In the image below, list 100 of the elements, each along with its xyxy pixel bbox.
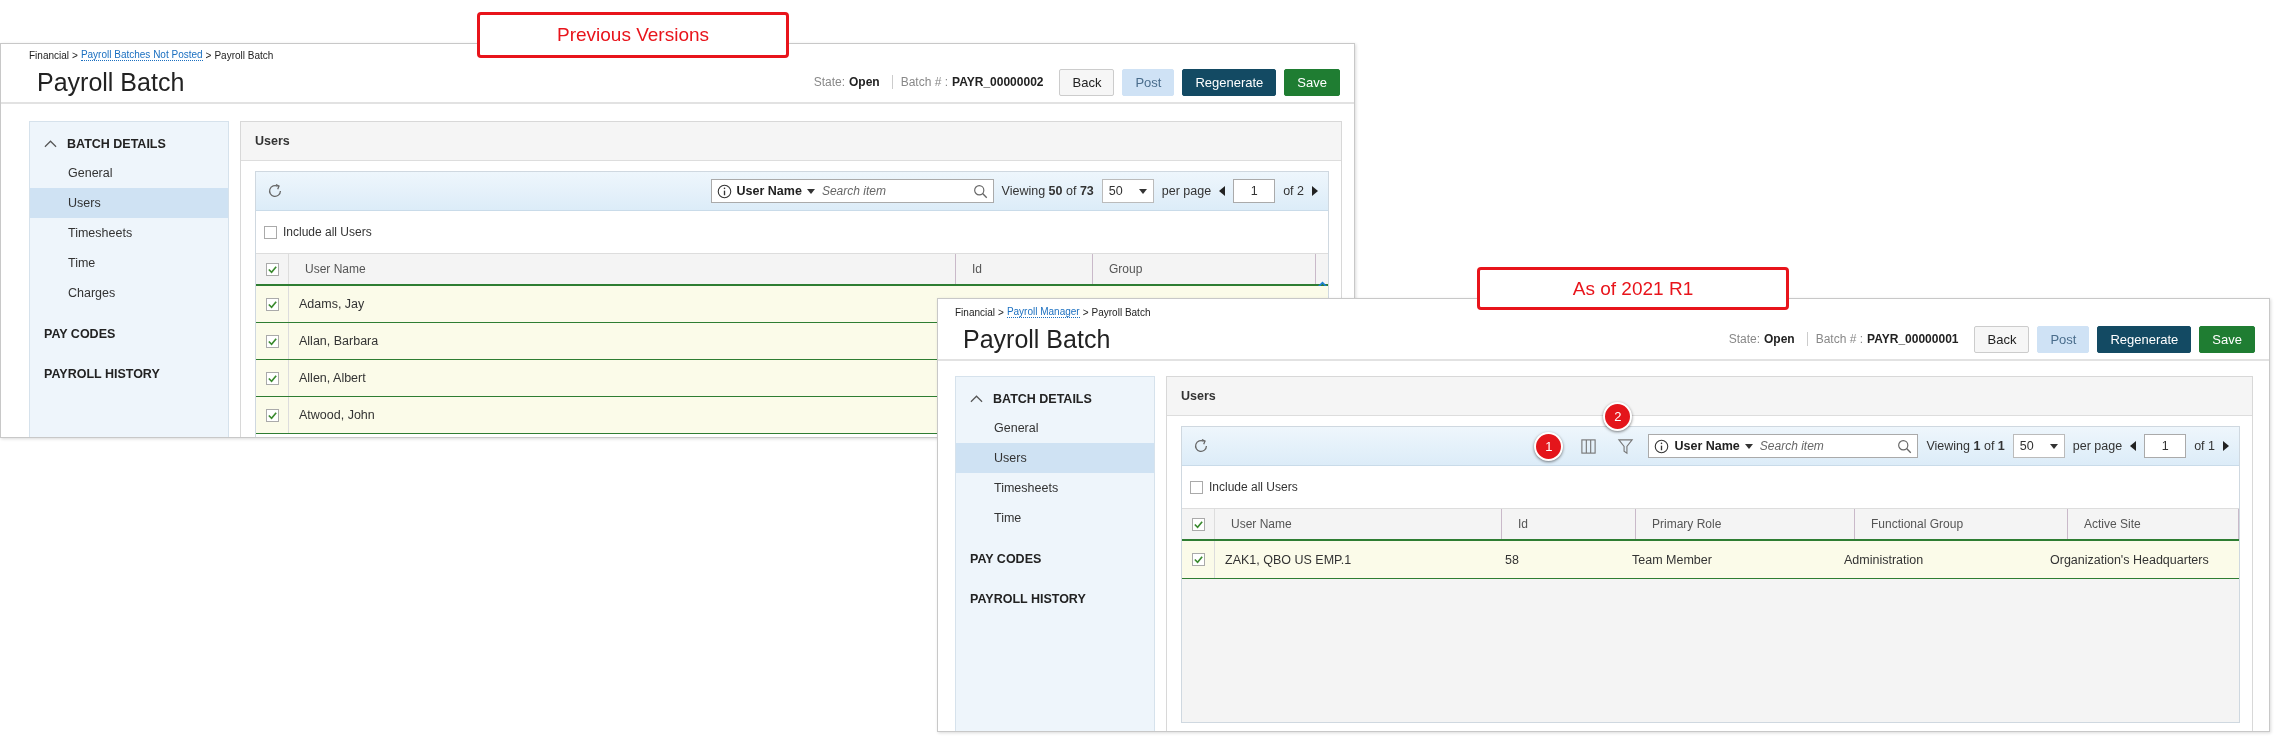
caret-icon (2049, 443, 2058, 449)
page-total: of 1 (2194, 439, 2215, 453)
caret-icon (1744, 443, 1753, 449)
page-size-select[interactable]: 50 (1101, 179, 1154, 203)
sidebar-section[interactable]: BATCH DETAILS (956, 385, 1154, 413)
action-button[interactable]: Regenerate (1182, 68, 1277, 96)
action-button[interactable]: Post (2037, 325, 2090, 353)
search-icon (972, 183, 988, 199)
breadcrumb-separator: > (72, 49, 78, 61)
state-value: Open (1764, 332, 1795, 346)
info-icon (1654, 438, 1670, 454)
select-all-checkbox[interactable] (1191, 517, 1205, 531)
table-cell: 58 (1505, 552, 1519, 567)
previous-page-icon[interactable] (1219, 186, 1226, 196)
action-button[interactable]: Post (1122, 68, 1175, 96)
table-cell: Allen, Albert (299, 371, 366, 385)
table-cell: Team Member (1632, 552, 1712, 567)
number-badge: 1 (1534, 431, 1564, 461)
search-icon (1897, 438, 1913, 454)
search-field[interactable]: User Name Search item (1648, 434, 1919, 458)
per-page-label: per page (2072, 439, 2123, 453)
checkbox-label: Include all Users (1209, 480, 1298, 494)
column-header[interactable]: Group (1093, 254, 1316, 284)
breadcrumb-item: Financial (955, 306, 996, 318)
sidebar-item[interactable]: Users (30, 188, 228, 218)
sidebar-item[interactable]: Time (956, 503, 1154, 533)
search-field[interactable]: User Name Search item (710, 179, 994, 203)
page-total: of 2 (1283, 184, 1304, 198)
next-page-icon[interactable] (2223, 441, 2229, 451)
sidebar-section[interactable]: PAY CODES (956, 545, 1154, 573)
breadcrumb-link[interactable]: Payroll Batches Not Posted (80, 49, 203, 61)
sidebar-item[interactable]: Charges (30, 278, 228, 308)
table-cell: Adams, Jay (299, 297, 365, 311)
column-header[interactable]: User Name (289, 254, 956, 284)
batch-number: PAYR_00000001 (1867, 332, 1959, 346)
table-cell: Organization's Headquarters (2050, 552, 2209, 567)
sidebar-item[interactable]: General (30, 158, 228, 188)
batch-label: Batch # : (1806, 332, 1864, 346)
batch-label: Batch # : (891, 75, 949, 89)
row-checkbox[interactable] (265, 371, 279, 385)
row-checkbox[interactable] (265, 334, 279, 348)
search-field-selector[interactable]: User Name (736, 184, 802, 198)
sidebar-item[interactable]: Timesheets (956, 473, 1154, 503)
sidebar-item[interactable]: Time (30, 248, 228, 278)
refresh-icon[interactable] (266, 182, 284, 200)
sidebar-item[interactable]: Users (956, 443, 1154, 473)
breadcrumb-link[interactable]: Payroll Manager (1006, 306, 1080, 318)
info-icon (716, 183, 732, 199)
sidebar-item[interactable]: General (956, 413, 1154, 443)
sidebar-section[interactable]: PAYROLL HISTORY (30, 360, 228, 388)
checkbox[interactable] (264, 225, 277, 239)
refresh-icon[interactable] (1192, 437, 1210, 455)
row-checkbox[interactable] (1191, 553, 1205, 566)
batch-number: PAYR_00000002 (952, 75, 1044, 89)
section-title: Users (1181, 389, 1216, 403)
action-button[interactable]: Back (1059, 68, 1115, 96)
search-field-selector[interactable]: User Name (1674, 439, 1740, 453)
breadcrumb-item: Payroll Batch (214, 49, 274, 61)
page-number-field[interactable]: 1 (1233, 179, 1276, 203)
column-header[interactable]: Active Site (2068, 509, 2239, 539)
previous-page-icon[interactable] (2130, 441, 2137, 451)
breadcrumb-separator: > (205, 49, 212, 61)
state-label: State: (813, 75, 845, 89)
checkbox-label: Include all Users (283, 225, 372, 239)
column-header[interactable]: User Name (1215, 509, 1502, 539)
action-button[interactable]: Regenerate (2097, 325, 2192, 353)
record-count: Viewing 50 of 73 (1001, 184, 1094, 198)
row-checkbox[interactable] (265, 297, 279, 311)
filter-icon[interactable] (1617, 437, 1635, 455)
column-header[interactable]: Functional Group (1855, 509, 2068, 539)
table-cell: Allan, Barbara (299, 334, 379, 348)
caret-icon (806, 188, 815, 194)
action-button[interactable]: Save (1284, 68, 1340, 96)
state-value: Open (849, 75, 880, 89)
select-all-checkbox[interactable] (265, 262, 279, 276)
table-cell: Administration (1844, 552, 1924, 567)
table-cell: ZAK1, QBO US EMP.1 (1225, 552, 1352, 567)
callout-label: Previous Versions (477, 12, 789, 58)
page-number-field[interactable]: 1 (2144, 434, 2187, 458)
column-header[interactable]: Id (956, 254, 1093, 284)
page-title: Payroll Batch (37, 67, 185, 97)
page-title: Payroll Batch (963, 324, 1111, 354)
next-page-icon[interactable] (1312, 186, 1318, 196)
column-header[interactable]: Id (1502, 509, 1636, 539)
record-count: Viewing 1 of 1 (1926, 439, 2005, 453)
sidebar-section[interactable]: PAYROLL HISTORY (956, 585, 1154, 613)
column-header[interactable]: Primary Role (1636, 509, 1855, 539)
sidebar-section[interactable]: BATCH DETAILS (30, 130, 228, 158)
page-size-select[interactable]: 50 (2012, 434, 2065, 458)
action-button[interactable]: Back (1974, 325, 2030, 353)
action-button[interactable]: Save (2199, 325, 2255, 353)
sidebar-item[interactable]: Timesheets (30, 218, 228, 248)
row-checkbox[interactable] (265, 408, 279, 422)
breadcrumb-separator: > (1082, 306, 1089, 318)
sidebar-section[interactable]: PAY CODES (30, 320, 228, 348)
callout-label: As of 2021 R1 (1477, 267, 1789, 310)
table-cell: Atwood, John (299, 408, 375, 422)
per-page-label: per page (1161, 184, 1212, 198)
checkbox[interactable] (1190, 480, 1203, 494)
columns-icon[interactable] (1580, 437, 1598, 455)
